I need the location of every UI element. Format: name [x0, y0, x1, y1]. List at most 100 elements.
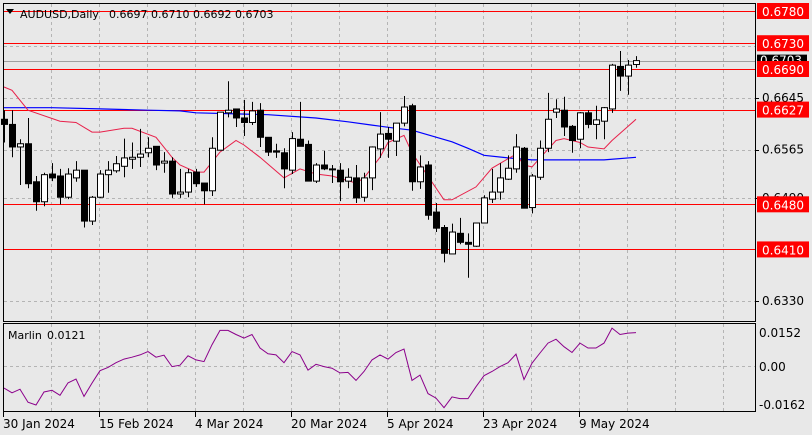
bearish-candle-body: [265, 136, 272, 153]
bearish-candle-body: [321, 164, 328, 170]
bullish-candle-body: [217, 111, 224, 151]
indicator-name: Marlin: [8, 329, 42, 342]
bullish-candle-body: [489, 191, 496, 200]
bullish-candle-body: [289, 138, 296, 171]
bullish-candle-body: [249, 110, 256, 123]
bearish-candle-body: [353, 177, 360, 199]
indicator-value: 0.0121: [47, 329, 86, 342]
bearish-candle-body: [585, 112, 592, 125]
bullish-candle-body: [361, 177, 368, 198]
date-tick-label: 4 Mar 2024: [195, 417, 263, 431]
bullish-candle-body: [529, 175, 536, 209]
candle: [41, 172, 48, 207]
bullish-candle-body: [481, 197, 488, 224]
bearish-candle-body: [49, 173, 56, 179]
bullish-candle-body: [393, 122, 400, 142]
bearish-candle-body: [169, 160, 176, 195]
candle: [305, 140, 312, 182]
level-price-label: 0.6730: [762, 37, 804, 51]
bullish-candle-body: [345, 176, 352, 182]
date-tick-label: 15 Feb 2024: [99, 417, 174, 431]
bullish-candle-body: [313, 164, 320, 182]
candle: [409, 103, 416, 191]
price-tick-label: 0.6565: [762, 143, 804, 157]
bullish-candle-body: [177, 191, 184, 195]
bullish-candle-body: [537, 147, 544, 178]
level-price-label: 0.6780: [762, 5, 804, 19]
level-price-label: 0.6690: [762, 63, 804, 77]
bullish-candle-body: [513, 146, 520, 170]
candle: [609, 63, 616, 113]
bullish-candle-body: [209, 147, 216, 192]
bearish-candle-body: [433, 211, 440, 229]
bullish-candle-body: [369, 146, 376, 179]
bullish-candle-body: [473, 222, 480, 247]
bullish-candle-body: [225, 109, 232, 114]
date-tick-label: 9 May 2024: [579, 417, 650, 431]
bearish-candle-body: [457, 232, 464, 243]
bearish-candle-body: [465, 241, 472, 245]
bearish-candle-body: [257, 109, 264, 138]
bullish-candle-body: [609, 64, 616, 110]
bullish-candle-body: [401, 106, 408, 124]
bearish-candle-body: [9, 123, 16, 148]
bullish-candle-body: [593, 119, 600, 125]
bearish-candle-body: [193, 171, 200, 185]
indicator-tick-label: 0.00: [759, 360, 786, 374]
candle: [425, 161, 432, 220]
bullish-candle-body: [505, 167, 512, 180]
level-price-label: 0.6480: [762, 198, 804, 212]
bullish-candle-body: [449, 231, 456, 255]
bearish-candle-body: [1, 118, 8, 125]
bearish-candle-body: [617, 65, 624, 77]
bearish-candle-body: [241, 117, 248, 123]
bullish-candle-body: [497, 177, 504, 193]
bullish-candle-body: [633, 60, 640, 65]
bullish-candle-body: [65, 173, 72, 198]
date-tick-label: 20 Mar 2024: [291, 417, 367, 431]
bullish-candle-body: [145, 147, 152, 154]
bullish-candle-body: [129, 156, 136, 160]
bearish-candle-body: [385, 132, 392, 140]
bearish-candle-body: [441, 227, 448, 254]
indicator-tick-label: -0.0162: [759, 398, 805, 412]
level-price-label: 0.6627: [762, 104, 804, 118]
bearish-candle-body: [153, 145, 160, 166]
bullish-candle-body: [377, 133, 384, 150]
indicator-tick-label: 0.0152: [759, 326, 801, 340]
bullish-candle-body: [329, 168, 336, 171]
date-tick-label: 5 Apr 2024: [387, 417, 454, 431]
bearish-candle-body: [337, 169, 344, 183]
bullish-candle-body: [73, 169, 80, 179]
bullish-candle-body: [161, 160, 168, 164]
bullish-candle-body: [553, 108, 560, 113]
price-chart[interactable]: AUDUSD,Daily 0.6697 0.6710 0.6692 0.6703…: [0, 0, 812, 435]
level-price-label: 0.6410: [762, 243, 804, 257]
candle: [521, 146, 528, 209]
bullish-candle-body: [41, 174, 48, 203]
bearish-candle-body: [57, 175, 64, 198]
bullish-candle-body: [577, 112, 584, 140]
date-tick-label: 30 Jan 2024: [3, 417, 75, 431]
candle: [529, 174, 536, 214]
chart-background: [0, 0, 812, 435]
bearish-candle-body: [305, 143, 312, 182]
bullish-candle-body: [113, 163, 120, 172]
bearish-candle-body: [425, 164, 432, 216]
bearish-candle-body: [561, 109, 568, 128]
bearish-candle-body: [201, 182, 208, 192]
bullish-candle-body: [105, 169, 112, 176]
bearish-candle-body: [81, 169, 88, 222]
candle: [313, 163, 320, 184]
candle: [473, 222, 480, 247]
bearish-candle-body: [569, 125, 576, 142]
bearish-candle-body: [273, 150, 280, 153]
bearish-candle-body: [233, 108, 240, 119]
bullish-candle-body: [97, 173, 104, 198]
bearish-candle-body: [409, 105, 416, 183]
bullish-candle-body: [17, 143, 24, 148]
bearish-candle-body: [297, 138, 304, 147]
candle: [481, 195, 488, 224]
date-tick-label: 23 Apr 2024: [483, 417, 557, 431]
bullish-candle-body: [545, 118, 552, 149]
